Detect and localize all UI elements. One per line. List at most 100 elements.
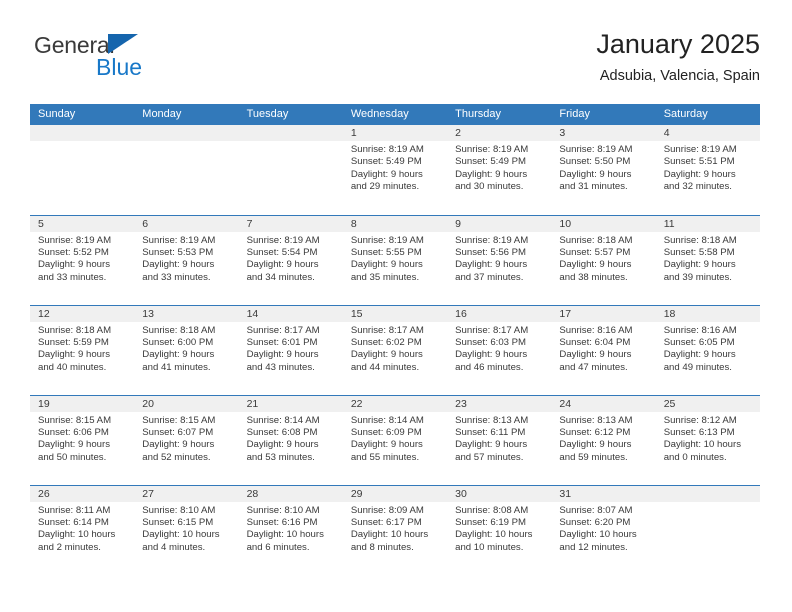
calendar-day-cell[interactable]: 4 Sunrise: 8:19 AM Sunset: 5:51 PM Daylight… (655, 125, 760, 215)
calendar-day-cell[interactable]: 8 Sunrise: 8:19 AM Sunset: 5:55 PM Daylight… (342, 214, 448, 305)
day-number: 11 (655, 215, 760, 232)
calendar-day-cell[interactable]: 16 Sunrise: 8:17 AM Sunset: 6:03 PM Dayligh… (447, 304, 552, 395)
calendar-day-cell[interactable]: 2 Sunrise: 8:19 AM Sunset: 5:49 PM Daylight… (447, 125, 552, 215)
calendar-day-cell[interactable]: 19 Sunrise: 8:15 AM Sunset: 6:06 PM Dayligh… (30, 394, 135, 485)
day-detail-line: Daylight: 9 hours (559, 439, 632, 451)
calendar-day-cell[interactable]: 29 Sunrise: 8:09 AM Sunset: 6:17 PM Dayligh… (342, 484, 448, 575)
day-detail-line: and 8 minutes. (350, 541, 414, 553)
day-details: Sunrise: 8:14 AM Sunset: 6:09 PM Daylight:… (343, 412, 447, 465)
calendar-day-cell[interactable]: 6 Sunrise: 8:19 AM Sunset: 5:53 PM Daylight… (134, 214, 239, 305)
day-details: Sunrise: 8:17 AM Sunset: 6:03 PM Daylight:… (447, 322, 551, 375)
day-detail-line: Sunset: 5:52 PM (38, 246, 109, 258)
day-detail-line: Sunset: 6:07 PM (142, 426, 214, 438)
calendar-day-cell[interactable]: 18 Sunrise: 8:16 AM Sunset: 6:05 PM Dayligh… (655, 304, 760, 395)
day-number: 16 (447, 305, 552, 322)
calendar-day-cell[interactable]: 31 Sunrise: 8:07 AM Sunset: 6:20 PM Dayligh… (551, 484, 656, 575)
calendar-day-cell[interactable]: 3 Sunrise: 8:19 AM Sunset: 5:50 PM Daylight… (551, 125, 656, 215)
calendar-day-cell[interactable]: 22 Sunrise: 8:14 AM Sunset: 6:09 PM Dayligh… (342, 394, 448, 485)
day-details: Sunrise: 8:19 AM Sunset: 5:54 PM Daylight:… (239, 232, 343, 285)
day-number: 19 (30, 395, 135, 412)
day-detail-line: Daylight: 10 hours (246, 529, 324, 541)
day-number (655, 485, 760, 502)
calendar-day-cell[interactable]: 12 Sunrise: 8:18 AM Sunset: 5:59 PM Dayligh… (30, 304, 135, 395)
day-detail-line: and 44 minutes. (350, 361, 420, 373)
day-detail-line: Daylight: 9 hours (455, 349, 528, 361)
day-detail-line: Sunrise: 8:19 AM (663, 144, 737, 155)
day-details: Sunrise: 8:11 AM Sunset: 6:14 PM Daylight:… (30, 502, 134, 555)
day-details: Sunrise: 8:19 AM Sunset: 5:49 PM Daylight:… (447, 141, 551, 194)
calendar-day-cell-empty (238, 125, 343, 215)
calendar-day-cell[interactable]: 7 Sunrise: 8:19 AM Sunset: 5:54 PM Daylight… (238, 214, 343, 305)
day-detail-line: Daylight: 9 hours (350, 439, 423, 451)
calendar-day-cell[interactable]: 13 Sunrise: 8:18 AM Sunset: 6:00 PM Dayligh… (134, 304, 239, 395)
day-detail-line: and 35 minutes. (350, 271, 420, 283)
general-blue-logo[interactable]: General Blue (34, 32, 234, 92)
calendar-day-cell[interactable]: 24 Sunrise: 8:13 AM Sunset: 6:12 PM Dayligh… (551, 394, 656, 485)
day-number: 13 (134, 305, 239, 322)
day-detail-line: and 10 minutes. (455, 541, 524, 553)
calendar-grid: Sunday Monday Tuesday Wednesday Thursday Frid… (30, 104, 760, 575)
calendar-day-cell[interactable]: 20 Sunrise: 8:15 AM Sunset: 6:07 PM Dayligh… (134, 394, 239, 485)
day-detail-line: Sunrise: 8:16 AM (663, 324, 737, 336)
day-details: Sunrise: 8:19 AM Sunset: 5:55 PM Daylight:… (343, 232, 447, 285)
day-number: 15 (342, 305, 448, 322)
day-details: Sunrise: 8:19 AM Sunset: 5:56 PM Daylight:… (447, 232, 551, 285)
day-detail-line: Daylight: 10 hours (142, 529, 220, 541)
day-detail-line: Daylight: 9 hours (246, 259, 319, 271)
calendar-day-cell-empty (134, 125, 239, 215)
day-detail-line: and 29 minutes. (350, 181, 420, 193)
calendar-day-cell[interactable]: 14 Sunrise: 8:17 AM Sunset: 6:01 PM Dayligh… (238, 304, 343, 395)
day-detail-line: and 38 minutes. (559, 271, 628, 283)
day-details: Sunrise: 8:16 AM Sunset: 6:04 PM Daylight:… (551, 322, 655, 375)
day-number: 4 (655, 125, 760, 141)
weekday-header-row: Sunday Monday Tuesday Wednesday Thursday Frid… (30, 104, 760, 125)
calendar-day-cell[interactable]: 11 Sunrise: 8:18 AM Sunset: 5:58 PM Dayligh… (655, 214, 760, 305)
weekday-header-sunday: Sunday (30, 104, 135, 125)
day-detail-line: and 49 minutes. (663, 361, 732, 373)
day-detail-line: Sunrise: 8:18 AM (38, 324, 112, 336)
day-details: Sunrise: 8:08 AM Sunset: 6:19 PM Daylight:… (447, 502, 551, 555)
day-details: Sunrise: 8:18 AM Sunset: 5:57 PM Daylight:… (551, 232, 655, 285)
day-number (30, 125, 135, 141)
day-number: 3 (551, 125, 656, 141)
calendar-header-row: Sunday Monday Tuesday Wednesday Thursday Frid… (30, 104, 760, 125)
day-detail-line: Sunset: 6:19 PM (455, 516, 527, 528)
day-detail-line: Sunrise: 8:15 AM (38, 414, 112, 426)
calendar-day-cell[interactable]: 10 Sunrise: 8:18 AM Sunset: 5:57 PM Dayligh… (551, 214, 656, 305)
calendar-day-cell[interactable]: 25 Sunrise: 8:12 AM Sunset: 6:13 PM Dayligh… (655, 394, 760, 485)
calendar-day-cell[interactable]: 23 Sunrise: 8:13 AM Sunset: 6:11 PM Dayligh… (447, 394, 552, 485)
calendar-day-cell[interactable]: 27 Sunrise: 8:10 AM Sunset: 6:15 PM Dayligh… (134, 484, 239, 575)
day-detail-line: and 37 minutes. (455, 271, 524, 283)
day-detail-line: and 0 minutes. (663, 451, 727, 463)
calendar-day-cell[interactable]: 21 Sunrise: 8:14 AM Sunset: 6:08 PM Dayligh… (238, 394, 343, 485)
calendar-day-cell[interactable]: 9 Sunrise: 8:19 AM Sunset: 5:56 PM Daylight… (447, 214, 552, 305)
weekday-header-friday: Friday (551, 104, 656, 125)
day-detail-line: Sunset: 6:06 PM (38, 426, 109, 438)
day-details (239, 141, 343, 144)
day-number: 27 (134, 485, 239, 502)
calendar-day-cell[interactable]: 17 Sunrise: 8:16 AM Sunset: 6:04 PM Dayligh… (551, 304, 656, 395)
day-number: 24 (551, 395, 656, 412)
day-detail-line: Daylight: 10 hours (455, 529, 533, 541)
day-detail-line: and 12 minutes. (559, 541, 628, 553)
day-detail-line: Sunrise: 8:07 AM (559, 504, 633, 516)
calendar-day-cell[interactable]: 30 Sunrise: 8:08 AM Sunset: 6:19 PM Dayligh… (447, 484, 552, 575)
day-details: Sunrise: 8:16 AM Sunset: 6:05 PM Daylight:… (656, 322, 760, 375)
day-detail-line: Sunrise: 8:19 AM (559, 144, 633, 155)
day-detail-line: Sunset: 5:59 PM (38, 336, 109, 348)
calendar-day-cell[interactable]: 5 Sunrise: 8:19 AM Sunset: 5:52 PM Daylight… (30, 214, 135, 305)
day-detail-line: Sunset: 6:15 PM (142, 516, 214, 528)
day-detail-line: and 33 minutes. (142, 271, 211, 283)
day-detail-line: Sunset: 6:11 PM (455, 426, 526, 438)
day-detail-line: Daylight: 9 hours (455, 168, 528, 180)
calendar-day-cell[interactable]: 26 Sunrise: 8:11 AM Sunset: 6:14 PM Dayligh… (30, 484, 135, 575)
day-detail-line: and 41 minutes. (142, 361, 211, 373)
day-details: Sunrise: 8:18 AM Sunset: 6:00 PM Daylight:… (134, 322, 238, 375)
day-details: Sunrise: 8:13 AM Sunset: 6:12 PM Daylight:… (551, 412, 655, 465)
day-detail-line: Daylight: 9 hours (38, 259, 110, 271)
day-detail-line: Sunrise: 8:13 AM (559, 414, 633, 426)
day-detail-line: Daylight: 9 hours (246, 349, 319, 361)
calendar-day-cell[interactable]: 28 Sunrise: 8:10 AM Sunset: 6:16 PM Dayligh… (238, 484, 343, 575)
calendar-day-cell[interactable]: 1 Sunrise: 8:19 AM Sunset: 5:49 PM Daylight… (342, 125, 448, 215)
calendar-day-cell[interactable]: 15 Sunrise: 8:17 AM Sunset: 6:02 PM Dayligh… (342, 304, 448, 395)
